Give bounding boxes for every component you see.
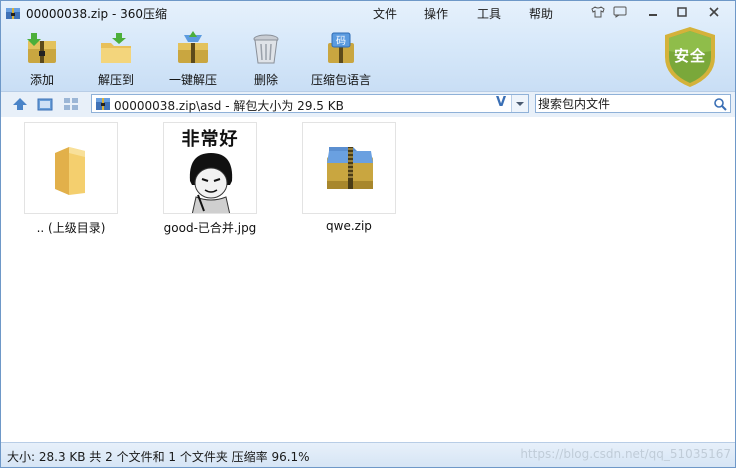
zip-app-icon bbox=[6, 8, 20, 19]
delete-button[interactable]: 删除 bbox=[230, 27, 302, 89]
archive-language-icon: 码 bbox=[328, 32, 354, 63]
security-label: 安全 bbox=[673, 47, 706, 65]
file-thumbnail: 非常好 bbox=[163, 122, 257, 214]
one-click-extract-button[interactable]: 一键解压 bbox=[157, 27, 229, 89]
menu-help[interactable]: 帮助 bbox=[529, 5, 553, 22]
window-title: 00000038.zip - 360压缩 bbox=[26, 7, 168, 21]
address-path: 00000038.zip\asd - 解包大小为 29.5 KB bbox=[114, 99, 344, 113]
chevron-down-icon bbox=[516, 102, 524, 106]
file-list-area: .. (上级目录) 非常好 good-已合并.jpg qwe.zip bbox=[1, 117, 735, 443]
security-shield-badge[interactable]: 安全 bbox=[661, 25, 719, 89]
status-text: 大小: 28.3 KB 共 2 个文件和 1 个文件夹 压缩率 96.1% bbox=[7, 450, 310, 464]
file-name: .. (上级目录) bbox=[36, 221, 106, 235]
file-name: qwe.zip bbox=[326, 219, 372, 233]
one-click-extract-icon bbox=[178, 31, 208, 63]
file-item-zip[interactable]: qwe.zip bbox=[300, 122, 398, 233]
extract-to-label: 解压到 bbox=[97, 73, 134, 87]
extract-to-button[interactable]: 解压到 bbox=[80, 27, 152, 89]
file-thumbnail bbox=[302, 122, 396, 214]
zip-archive-icon bbox=[327, 147, 373, 189]
search-icon[interactable] bbox=[713, 97, 727, 111]
list-view-icon[interactable] bbox=[36, 96, 54, 112]
archive-language-label: 压缩包语言 bbox=[310, 73, 371, 87]
delete-label: 删除 bbox=[253, 73, 278, 87]
up-arrow-icon[interactable] bbox=[11, 96, 29, 112]
search-box[interactable] bbox=[535, 94, 731, 113]
zip-file-icon bbox=[96, 98, 110, 110]
feedback-chat-icon[interactable] bbox=[611, 4, 629, 20]
thumbnail-caption: 非常好 bbox=[181, 129, 239, 150]
address-v-mark[interactable]: V bbox=[496, 95, 506, 110]
title-bar: 00000038.zip - 360压缩 文件 操作 工具 帮助 bbox=[1, 1, 735, 25]
watermark-text: https://blog.csdn.net/qq_51035167 bbox=[520, 447, 731, 461]
top-band: 00000038.zip - 360压缩 文件 操作 工具 帮助 添加 解压到 … bbox=[1, 1, 735, 91]
add-archive-icon bbox=[27, 33, 56, 63]
skin-shirt-icon[interactable] bbox=[589, 4, 607, 20]
address-bar[interactable]: 00000038.zip\asd - 解包大小为 29.5 KB V bbox=[91, 94, 529, 113]
menu-file[interactable]: 文件 bbox=[373, 5, 397, 22]
file-item-image[interactable]: 非常好 good-已合并.jpg bbox=[161, 122, 259, 236]
file-thumbnail bbox=[24, 122, 118, 214]
one-click-extract-label: 一键解压 bbox=[168, 73, 217, 87]
close-icon[interactable] bbox=[705, 4, 723, 20]
add-label: 添加 bbox=[29, 73, 54, 87]
add-button[interactable]: 添加 bbox=[6, 27, 78, 89]
file-name: good-已合并.jpg bbox=[163, 221, 257, 235]
svg-text:码: 码 bbox=[336, 35, 346, 47]
thumbnail-view-icon[interactable] bbox=[62, 96, 80, 112]
address-dropdown[interactable] bbox=[511, 95, 528, 112]
trash-icon bbox=[253, 34, 279, 64]
status-bar: 大小: 28.3 KB 共 2 个文件和 1 个文件夹 压缩率 96.1% ht… bbox=[1, 442, 735, 467]
app-window: 00000038.zip - 360压缩 文件 操作 工具 帮助 添加 解压到 … bbox=[0, 0, 736, 468]
extract-folder-icon bbox=[101, 33, 131, 63]
main-toolbar: 添加 解压到 一键解压 删除 码 压缩包语言 bbox=[1, 27, 735, 89]
address-row: 00000038.zip\asd - 解包大小为 29.5 KB V bbox=[1, 91, 735, 118]
menu-tools[interactable]: 工具 bbox=[477, 5, 501, 22]
maximize-icon[interactable] bbox=[673, 4, 691, 20]
file-item-parent-directory[interactable]: .. (上级目录) bbox=[22, 122, 120, 236]
archive-language-button[interactable]: 码 压缩包语言 bbox=[305, 27, 377, 89]
minimize-icon[interactable] bbox=[644, 4, 662, 20]
folder-icon bbox=[55, 147, 85, 195]
menu-operation[interactable]: 操作 bbox=[424, 5, 448, 22]
search-input[interactable] bbox=[538, 96, 708, 111]
